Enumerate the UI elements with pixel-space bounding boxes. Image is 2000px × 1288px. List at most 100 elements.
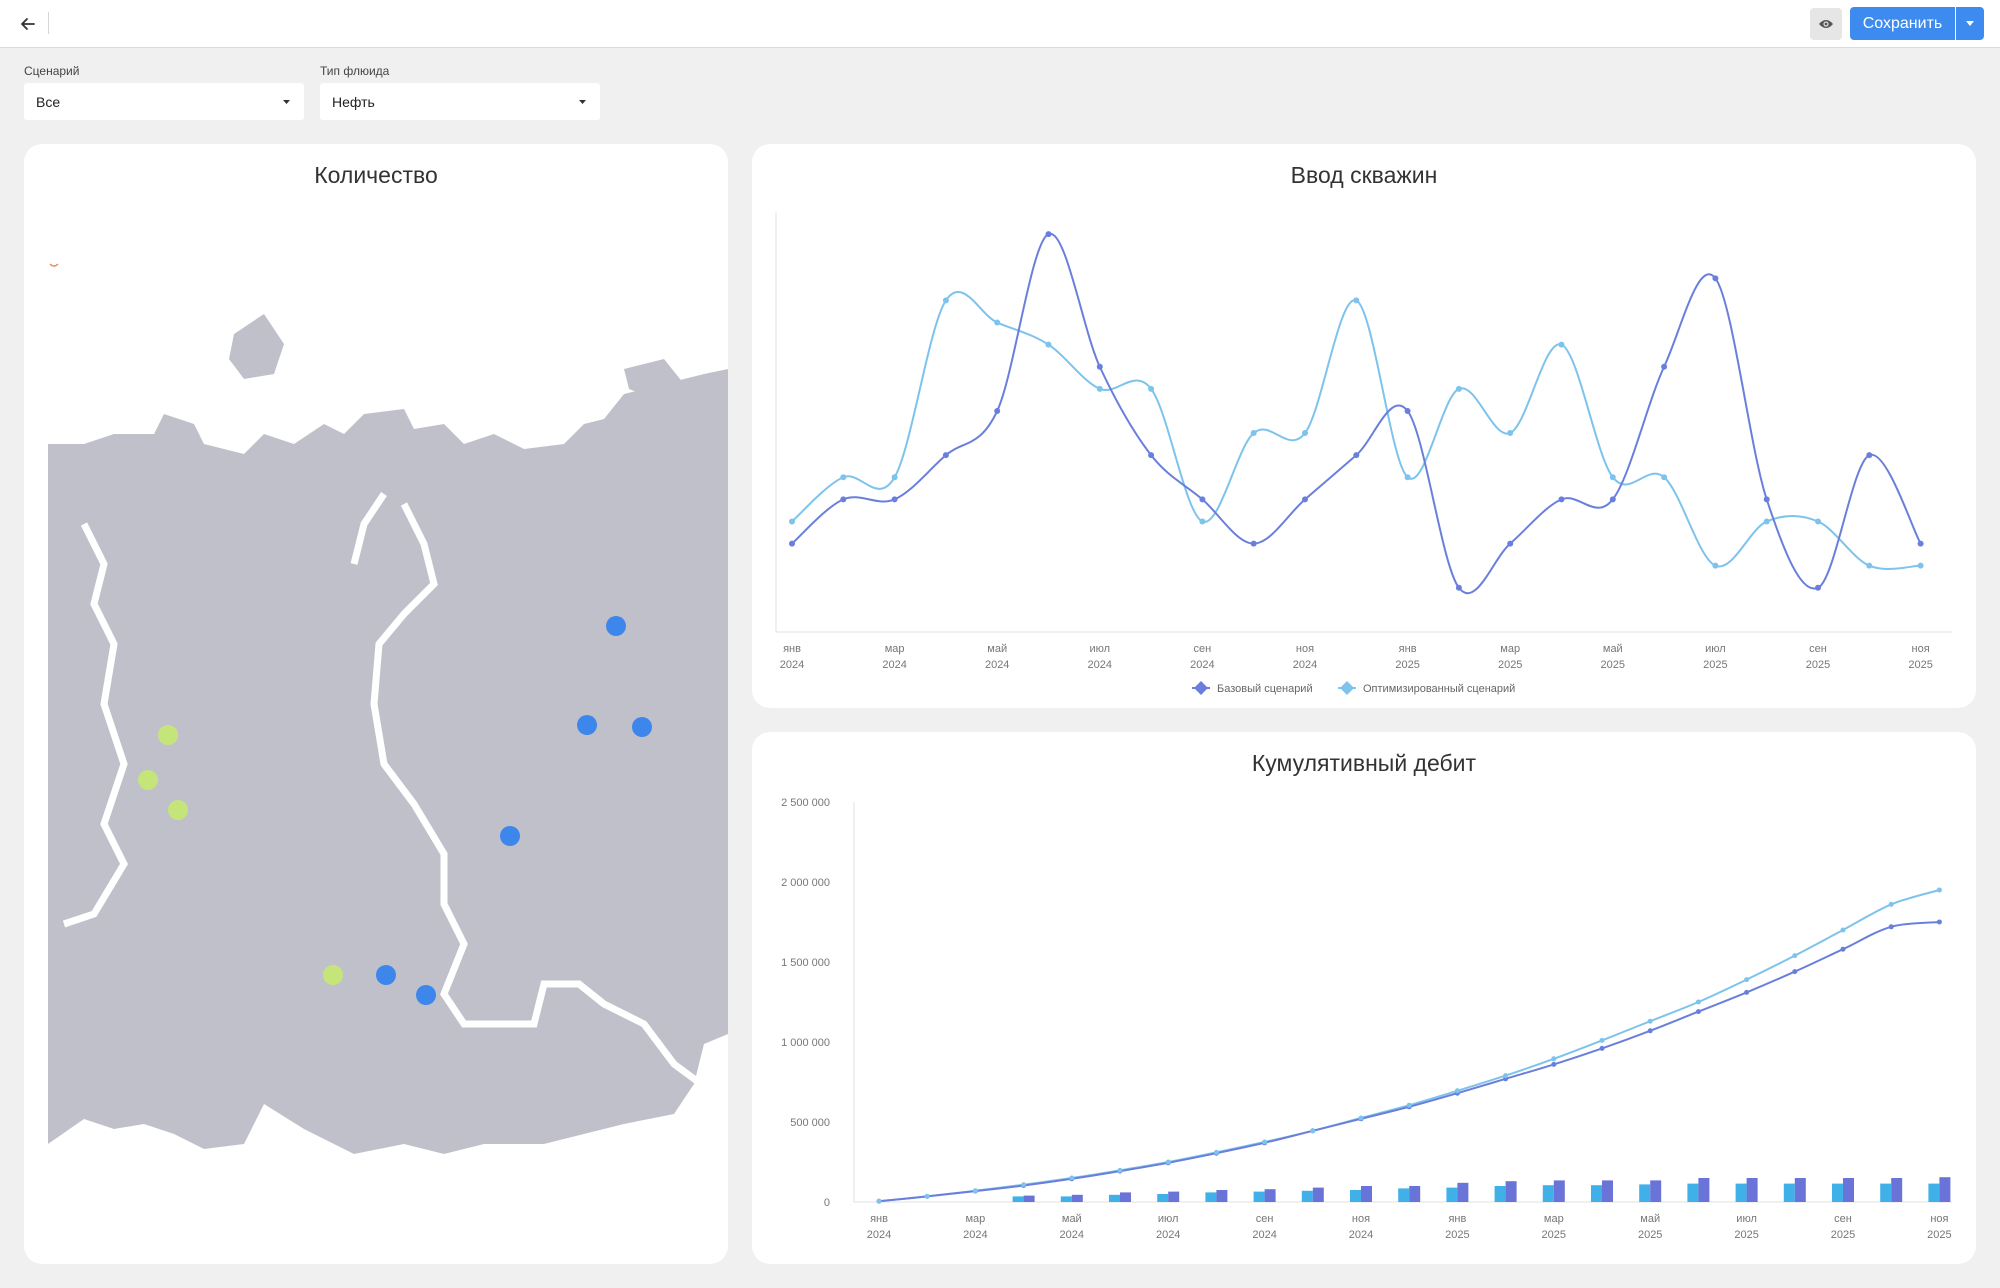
base-point[interactable] (1815, 584, 1821, 591)
base-bar[interactable] (1602, 1180, 1613, 1202)
map-point[interactable] (168, 800, 188, 820)
legend-item-optimized[interactable]: Оптимизированный сценарий (1338, 681, 1515, 695)
base-point[interactable] (1353, 452, 1360, 459)
base-bar[interactable] (1794, 1178, 1806, 1202)
optimized-point[interactable] (1404, 474, 1411, 481)
base-cumulative-point[interactable] (1840, 946, 1846, 952)
legend-item-base[interactable]: Базовый сценарий (1192, 681, 1313, 695)
optimized-bar[interactable] (1109, 1194, 1120, 1202)
optimized-bar[interactable] (1253, 1191, 1265, 1202)
optimized-bar[interactable] (1687, 1183, 1699, 1202)
base-point[interactable] (1917, 540, 1924, 547)
base-bar[interactable] (1071, 1194, 1083, 1202)
optimized-point[interactable] (1815, 518, 1821, 525)
optimized-point[interactable] (1917, 562, 1924, 569)
base-point[interactable] (942, 452, 949, 459)
optimized-bar[interactable] (1205, 1192, 1217, 1202)
base-bar[interactable] (1409, 1186, 1421, 1202)
map-point[interactable] (632, 717, 652, 737)
base-cumulative-point[interactable] (1599, 1045, 1605, 1051)
map-point[interactable] (606, 616, 626, 636)
optimized-cumulative-point[interactable] (1021, 1182, 1027, 1188)
optimized-bar[interactable] (1060, 1196, 1072, 1202)
optimized-bar[interactable] (1591, 1185, 1602, 1202)
base-cumulative-point[interactable] (1695, 1009, 1701, 1015)
optimized-point[interactable] (994, 319, 1001, 326)
optimized-cumulative-point[interactable] (1358, 1115, 1364, 1121)
optimized-point[interactable] (1558, 341, 1565, 348)
optimized-bar[interactable] (1880, 1183, 1892, 1202)
optimized-point[interactable] (1507, 430, 1514, 437)
base-bar[interactable] (1698, 1178, 1710, 1202)
optimized-point[interactable] (1866, 562, 1873, 569)
optimized-cumulative-point[interactable] (1165, 1159, 1171, 1165)
optimized-bar[interactable] (1639, 1184, 1651, 1202)
base-bar[interactable] (1505, 1181, 1517, 1202)
base-point[interactable] (891, 496, 898, 503)
base-point[interactable] (1404, 407, 1411, 414)
optimized-cumulative-point[interactable] (1888, 901, 1894, 907)
optimized-point[interactable] (1609, 474, 1616, 481)
base-bar[interactable] (1120, 1192, 1131, 1202)
base-point[interactable] (789, 540, 795, 547)
preview-button[interactable] (1810, 8, 1842, 40)
optimized-cumulative-point[interactable] (1117, 1167, 1123, 1173)
optimized-bar[interactable] (1783, 1183, 1795, 1202)
optimized-bar[interactable] (1494, 1186, 1506, 1202)
optimized-cumulative-point[interactable] (1695, 999, 1701, 1005)
optimized-cumulative-point[interactable] (1310, 1128, 1316, 1134)
optimized-cumulative-point[interactable] (1647, 1018, 1653, 1024)
base-point[interactable] (840, 496, 847, 503)
base-bar[interactable] (1312, 1187, 1324, 1202)
base-cumulative-point[interactable] (1936, 919, 1942, 925)
base-bar[interactable] (1361, 1186, 1372, 1202)
back-button[interactable] (14, 10, 42, 38)
optimized-point[interactable] (1199, 518, 1206, 525)
base-bar[interactable] (1746, 1178, 1758, 1202)
optimized-bar[interactable] (1157, 1194, 1169, 1202)
base-bar[interactable] (1264, 1189, 1276, 1202)
optimized-point[interactable] (1712, 562, 1719, 569)
optimized-point[interactable] (1250, 430, 1257, 437)
map-point[interactable] (138, 770, 158, 790)
optimized-cumulative-point[interactable] (1262, 1139, 1268, 1145)
optimized-cumulative-point[interactable] (924, 1193, 930, 1199)
base-bar[interactable] (1650, 1180, 1662, 1202)
fluid-select[interactable]: Нефть (320, 83, 600, 120)
optimized-point[interactable] (1148, 385, 1155, 392)
optimized-point[interactable] (942, 297, 949, 304)
base-point[interactable] (1096, 363, 1103, 370)
save-button[interactable]: Сохранить (1850, 7, 1955, 40)
optimized-point[interactable] (1763, 518, 1770, 525)
optimized-point[interactable] (1455, 385, 1462, 392)
base-point[interactable] (1609, 496, 1616, 503)
optimized-point[interactable] (1302, 430, 1308, 437)
optimized-cumulative-point[interactable] (1599, 1037, 1605, 1043)
base-point[interactable] (1045, 231, 1052, 238)
optimized-bar[interactable] (1928, 1183, 1940, 1202)
optimized-bar[interactable] (1446, 1187, 1458, 1202)
optimized-cumulative-point[interactable] (876, 1198, 882, 1204)
base-point[interactable] (1199, 496, 1206, 503)
optimized-cumulative-point[interactable] (1406, 1102, 1412, 1108)
optimized-cumulative-point[interactable] (1503, 1073, 1509, 1079)
optimized-bar[interactable] (1012, 1196, 1024, 1202)
optimized-cumulative-point[interactable] (1840, 927, 1846, 933)
optimized-bar[interactable] (1350, 1190, 1361, 1202)
optimized-cumulative-point[interactable] (1744, 977, 1750, 983)
optimized-bar[interactable] (1542, 1185, 1554, 1202)
cumulative-chart[interactable]: 0 500 000 1 000 000 1 500 000 2 000 000 2 500… (752, 732, 1976, 1264)
optimized-point[interactable] (840, 474, 847, 481)
base-cumulative-point[interactable] (1792, 969, 1798, 975)
optimized-bar[interactable] (1735, 1183, 1747, 1202)
map-point[interactable] (376, 965, 396, 985)
optimized-point[interactable] (1661, 474, 1668, 481)
base-bar[interactable] (1939, 1177, 1951, 1202)
optimized-point[interactable] (1353, 297, 1360, 304)
base-point[interactable] (1661, 363, 1668, 370)
base-point[interactable] (1250, 540, 1257, 547)
optimized-cumulative-point[interactable] (1936, 887, 1942, 893)
base-point[interactable] (1712, 275, 1719, 282)
optimized-bar[interactable] (1832, 1183, 1843, 1202)
save-options-button[interactable] (1956, 7, 1984, 40)
